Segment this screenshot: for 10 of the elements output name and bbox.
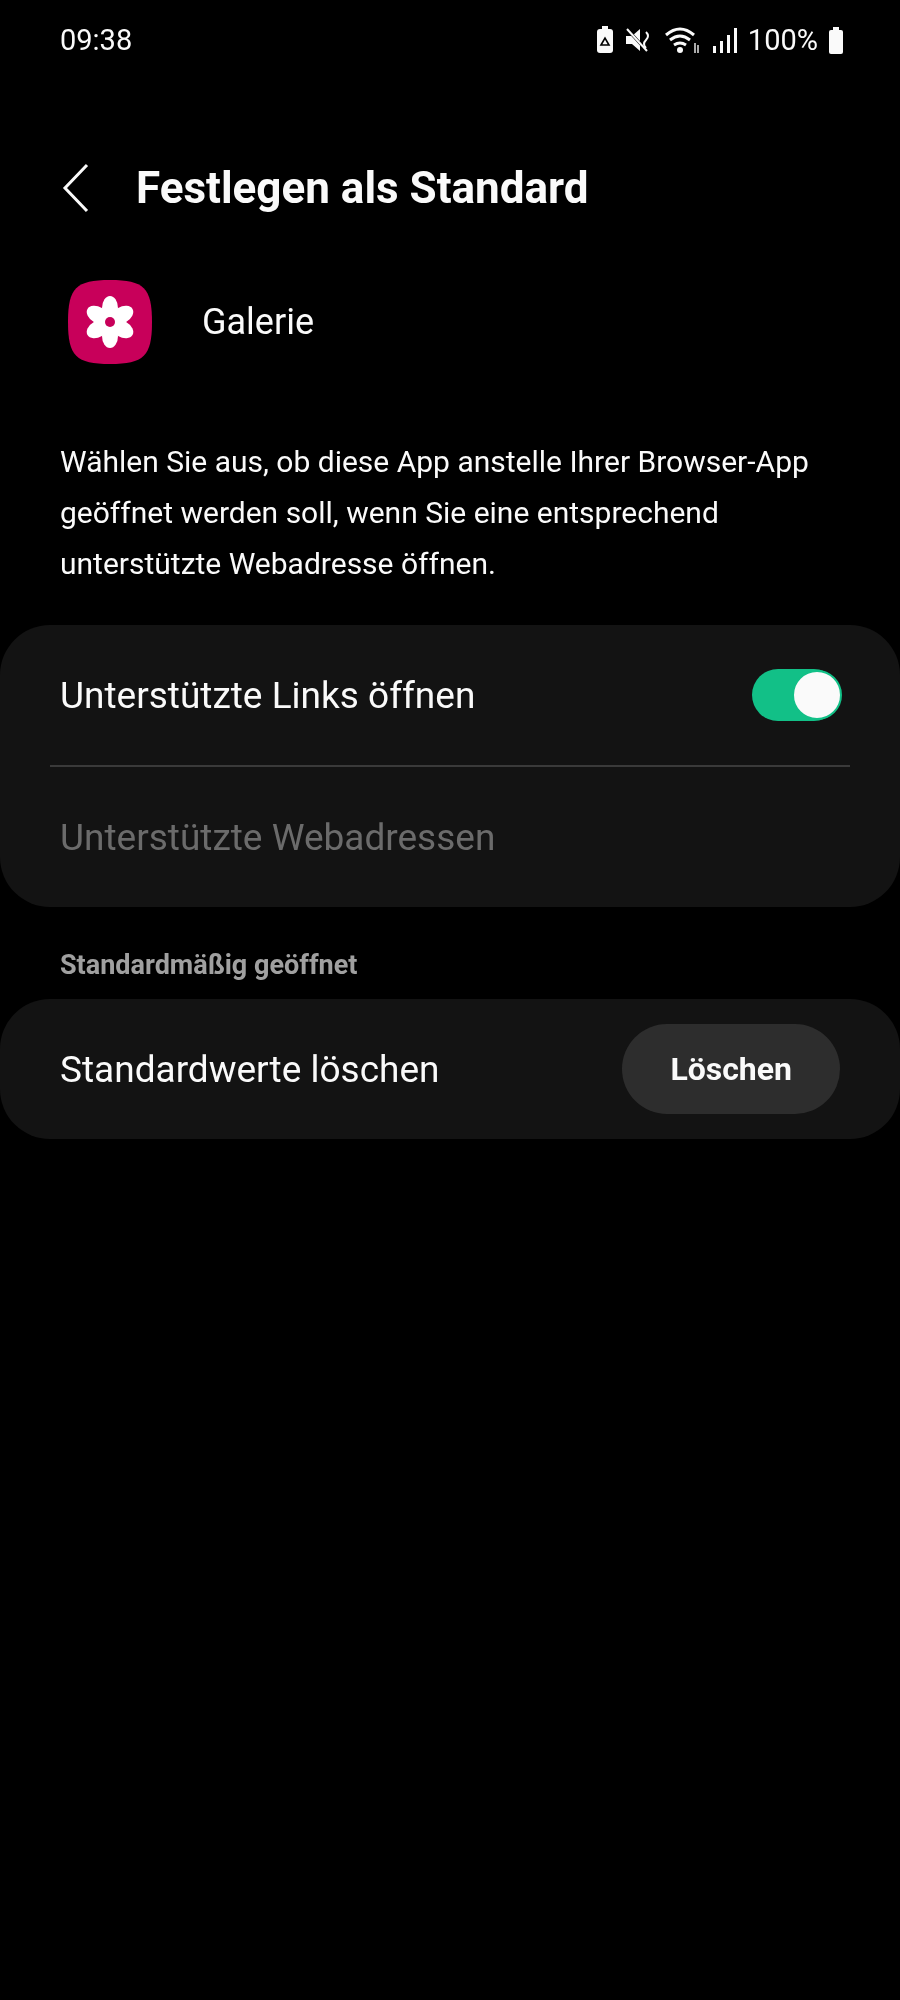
description-text: Wählen Sie aus, ob diese App anstelle Ihrer Browser-App geöffnet werden soll, wenn Sie eine entsprechend unterstützte Webadresse öffnen. [60,443,810,583]
section-header: Standardmäßig geöffnet [60,949,359,981]
setting-label: Unterstützte Webadressen [60,815,496,859]
status-time: 09:38 [60,23,133,57]
page-title: Festlegen als Standard [136,162,589,214]
setting-label: Standardwerte löschen [60,1047,440,1091]
setting-label[interactable]: Unterstützte Links öffnen [60,673,476,717]
clear-button[interactable]: Löschen [622,1024,840,1114]
app-name: Galerie [202,301,314,343]
battery-percent: 100% [747,23,818,57]
